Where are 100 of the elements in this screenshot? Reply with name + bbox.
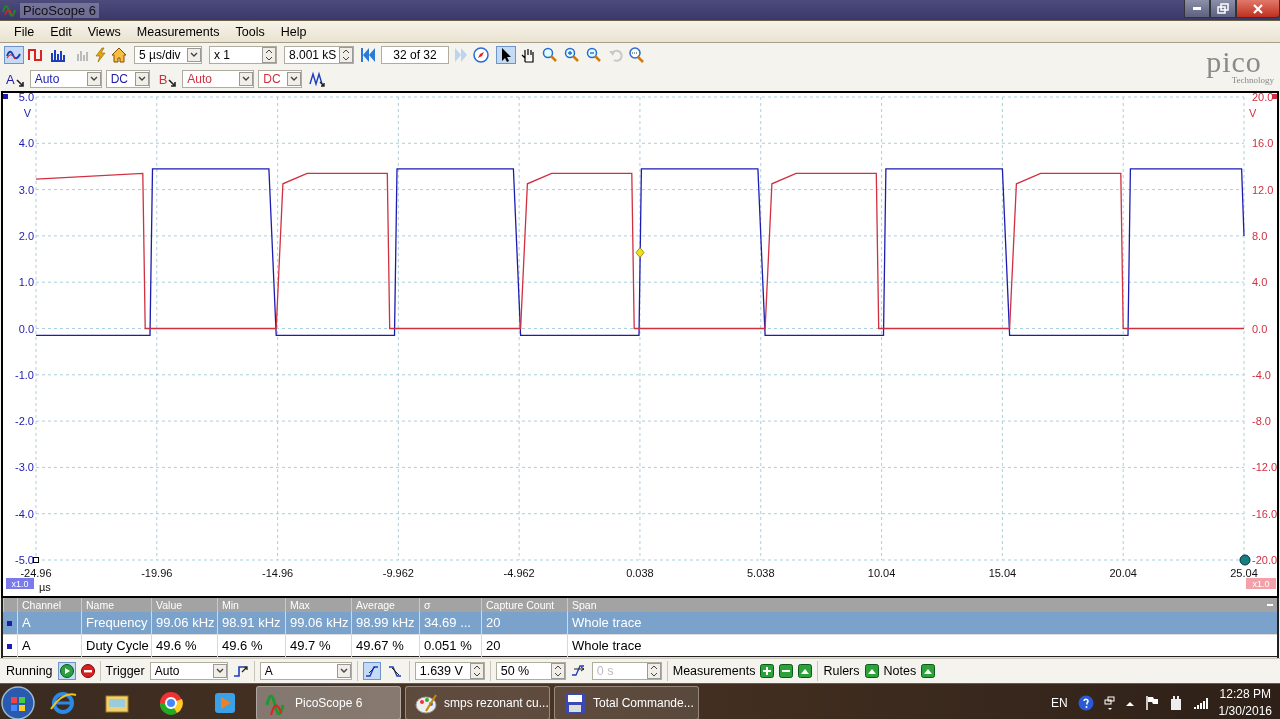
circle-marker-icon — [1239, 554, 1251, 566]
y-axis-label: 3.0 — [18, 183, 34, 196]
y-axis-label: 4.0 — [18, 137, 34, 150]
math-channel-icon[interactable] — [309, 71, 326, 87]
logo-tagline: Technology — [1231, 75, 1274, 85]
threshold-spinbox[interactable]: 1.639 V — [414, 662, 485, 680]
arrow-icon — [168, 78, 177, 87]
measurement-row[interactable]: A Duty Cycle 49.6 % 49.6 % 49.7 % 49.67 % 0.051 % 20 Whole trace — [3, 635, 1277, 658]
globe-e-icon[interactable] — [49, 689, 77, 717]
range-dropdown[interactable]: Auto — [182, 70, 255, 88]
undo-arrow-icon — [608, 47, 624, 63]
zoom-in-icon — [564, 47, 580, 63]
x-axis-label: 0.038 — [626, 567, 654, 579]
x-axis-label: -9.962 — [382, 567, 414, 579]
taskbar-button[interactable]: Total Commande... — [554, 686, 699, 719]
power-plug-icon[interactable] — [1168, 695, 1183, 711]
y-axis-label: -4.0 — [1252, 368, 1271, 381]
zoom-badge: x1.0 — [1246, 578, 1276, 589]
caret-icon — [187, 48, 201, 62]
y-axis-label: 5.0 — [18, 93, 34, 103]
clock-date[interactable]: 1/30/2016 — [1218, 703, 1272, 719]
axis-unit: µs — [39, 581, 51, 593]
menu-item[interactable]: Views — [79, 22, 129, 41]
restore-button[interactable] — [1210, 0, 1236, 18]
round-browser-icon[interactable] — [157, 689, 185, 717]
range-dropdown[interactable]: Auto — [29, 70, 102, 88]
magnifier-icon — [542, 47, 558, 63]
y-axis-label: -16.0 — [1252, 507, 1278, 520]
delay-icon[interactable] — [570, 663, 587, 679]
minimize-button[interactable] — [1184, 0, 1210, 18]
signal-bars-icon[interactable] — [1192, 695, 1209, 711]
trigger-type-icon[interactable] — [232, 663, 249, 679]
close-button[interactable] — [1236, 0, 1280, 18]
rising-edge-button[interactable] — [362, 662, 381, 680]
x-axis-label: 20.04 — [1109, 567, 1137, 579]
square-wave-icon — [28, 47, 44, 63]
flag-icon[interactable] — [1144, 695, 1159, 711]
table-cell: 49.7 % — [285, 635, 351, 657]
spin-arrows-icon — [262, 47, 276, 63]
axis-marker-icon — [1272, 94, 1277, 99]
channel-label[interactable]: B — [156, 71, 179, 87]
trigger-source-dropdown[interactable]: A — [259, 662, 352, 680]
pretrigger-spinbox[interactable]: 50 % — [495, 662, 566, 680]
menu-item[interactable]: Edit — [42, 22, 80, 41]
taskbar-button[interactable]: PicoScope 6 — [256, 686, 401, 719]
channel-marker-icon — [7, 620, 12, 626]
remove-icon[interactable] — [779, 664, 794, 678]
caret-icon — [239, 72, 254, 86]
compass-icon[interactable] — [473, 47, 489, 63]
show-hidden-icon[interactable] — [1124, 699, 1135, 707]
table-cell: Duty Cycle — [81, 635, 151, 657]
caret-icon — [287, 72, 302, 86]
y-axis-label: -8.0 — [1252, 415, 1271, 428]
help-icon[interactable] — [1077, 695, 1094, 711]
scope-view-button[interactable] — [4, 46, 24, 64]
samples-spinbox[interactable]: 8.001 kS — [284, 46, 354, 64]
coupling-dropdown[interactable]: DC — [258, 70, 303, 88]
start-orb-icon[interactable] — [0, 685, 36, 719]
minimize-icon — [1193, 7, 1201, 10]
caret-icon — [212, 664, 227, 678]
restore-icon — [1217, 3, 1229, 14]
y-axis-label: 8.0 — [1252, 229, 1268, 242]
table-cell: 20 — [481, 612, 567, 634]
add-icon[interactable] — [760, 664, 775, 678]
menu-item[interactable]: File — [6, 22, 43, 41]
menu-item[interactable]: Measurements — [128, 22, 228, 41]
stop-icon[interactable] — [80, 664, 95, 678]
buffer-field[interactable]: 32 of 32 — [381, 46, 449, 64]
zoom-spinbox[interactable]: x 1 — [209, 46, 277, 64]
go-icon — [59, 664, 74, 678]
spin-arrows-icon — [469, 663, 484, 679]
zoom-overview-icon[interactable] — [628, 47, 644, 63]
language-indicator[interactable]: EN — [1050, 696, 1068, 710]
y-axis-label: 1.0 — [18, 276, 34, 289]
axis-unit: V — [23, 107, 31, 119]
trigger-mode-dropdown[interactable]: Auto — [149, 662, 228, 680]
taskbar-button[interactable]: smps rezonant cu... — [405, 686, 550, 719]
channel-label[interactable]: A — [4, 71, 26, 87]
home-icon[interactable] — [111, 47, 127, 63]
clock-time[interactable]: 12:28 PM — [1219, 686, 1271, 703]
run-button[interactable] — [57, 662, 76, 680]
table-cell: A — [17, 612, 81, 634]
y-axis-label: -12.0 — [1252, 461, 1278, 474]
trigger-label: Trigger — [105, 664, 145, 678]
caret-icon — [134, 72, 149, 86]
y-axis-label: 2.0 — [18, 229, 34, 242]
pointer-tool-button[interactable] — [496, 46, 516, 64]
timebase-dropdown[interactable]: 5 µs/div — [134, 46, 202, 64]
lightning-icon[interactable] — [93, 47, 109, 63]
first-buffer-icon[interactable] — [361, 47, 377, 63]
coupling-dropdown[interactable]: DC — [105, 70, 150, 88]
menu-item[interactable]: Help — [272, 22, 315, 41]
menu-item[interactable]: Tools — [227, 22, 273, 41]
windows-icon[interactable] — [1103, 695, 1115, 711]
trigger-marker-icon — [635, 247, 645, 258]
table-cell: 98.91 kHz — [217, 612, 285, 634]
axis-marker-icon — [33, 557, 39, 563]
falling-edge-icon — [387, 664, 402, 678]
table-cell: A — [17, 635, 81, 657]
table-cell: 20 — [481, 635, 567, 657]
